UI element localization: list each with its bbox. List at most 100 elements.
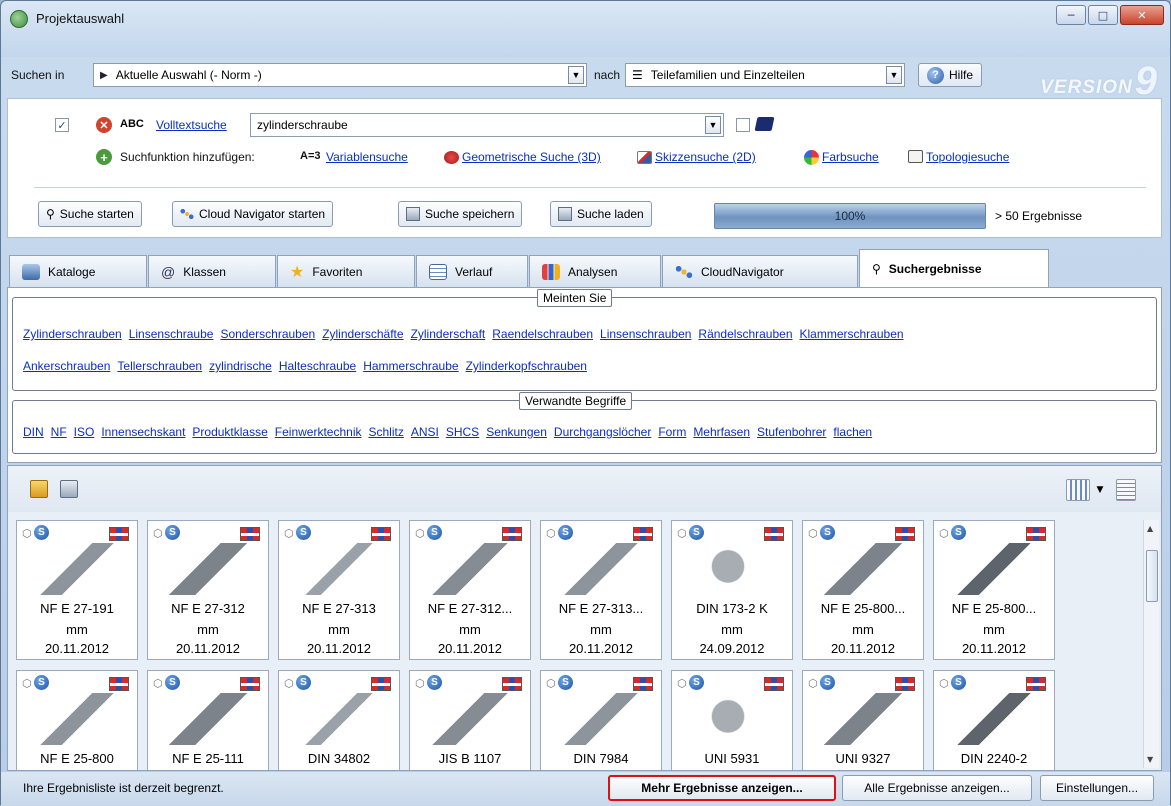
part-unit: mm bbox=[721, 622, 743, 637]
suggestion-link[interactable]: Klammerschrauben bbox=[800, 327, 904, 341]
related-term-link[interactable]: Produktklasse bbox=[192, 425, 267, 439]
suggestion-link[interactable]: Zylinderschaft bbox=[411, 327, 486, 341]
related-term-link[interactable]: Innensechskant bbox=[101, 425, 185, 439]
scroll-up-icon[interactable]: ▲ bbox=[1147, 524, 1153, 533]
result-card[interactable]: ⬡ S DIN 173-2 K mm 24.09.2012 bbox=[671, 520, 793, 660]
all-results-button[interactable]: Alle Ergebnisse anzeigen... bbox=[842, 775, 1032, 801]
color-search-link[interactable]: Farbsuche bbox=[822, 150, 879, 164]
standard-badge-icon: S bbox=[558, 675, 573, 690]
part-date: 20.11.2012 bbox=[306, 641, 372, 656]
search-icon: ⚲ bbox=[872, 262, 881, 276]
chevron-down-icon[interactable]: ▼ bbox=[886, 66, 902, 84]
fulltext-checkbox[interactable]: ✓ bbox=[55, 118, 69, 132]
related-term-link[interactable]: NF bbox=[51, 425, 67, 439]
scroll-thumb[interactable] bbox=[1146, 550, 1158, 602]
suggestion-link[interactable]: Zylinderkopfschrauben bbox=[466, 359, 587, 373]
grid-view-icon[interactable] bbox=[1066, 479, 1090, 501]
load-search-button[interactable]: Suche laden bbox=[550, 201, 652, 227]
cloud-navigator-button[interactable]: Cloud Navigator starten bbox=[172, 201, 334, 227]
export-icon[interactable] bbox=[60, 480, 78, 498]
maximize-button[interactable]: □ bbox=[1088, 5, 1118, 25]
suggestion-link[interactable]: Raendelschrauben bbox=[492, 327, 593, 341]
search-in-select[interactable]: ▶ Aktuelle Auswahl (- Norm -) ▼ bbox=[93, 63, 587, 87]
related-term-link[interactable]: Stufenbohrer bbox=[757, 425, 826, 439]
search-target-select[interactable]: ☰ Teilefamilien und Einzelteilen ▼ bbox=[625, 63, 905, 87]
result-card[interactable]: ⬡ S DIN 2240-2 bbox=[933, 670, 1055, 770]
result-card[interactable]: ⬡ S UNI 5931 bbox=[671, 670, 793, 770]
tab-klassen[interactable]: @ Klassen bbox=[148, 255, 276, 287]
tab-verlauf[interactable]: Verlauf bbox=[416, 255, 528, 287]
more-results-button[interactable]: Mehr Ergebnisse anzeigen... bbox=[608, 775, 836, 801]
standard-badge-icon: S bbox=[689, 675, 704, 690]
suggestion-link[interactable]: Halteschraube bbox=[279, 359, 356, 373]
option-checkbox[interactable] bbox=[736, 118, 750, 132]
result-card[interactable]: ⬡ S DIN 34802 bbox=[278, 670, 400, 770]
variable-search-link[interactable]: Variablensuche bbox=[326, 150, 408, 164]
sketch-search-link[interactable]: Skizzensuche (2D) bbox=[655, 150, 756, 164]
suggestion-link[interactable]: Zylinderschrauben bbox=[23, 327, 122, 341]
result-card[interactable]: ⬡ S NF E 25-111 bbox=[147, 670, 269, 770]
settings-button[interactable]: Einstellungen... bbox=[1040, 775, 1154, 801]
standard-badge-icon: S bbox=[296, 525, 311, 540]
query-input[interactable]: zylinderschraube ▼ bbox=[250, 113, 724, 137]
save-search-button[interactable]: Suche speichern bbox=[398, 201, 523, 227]
minimize-button[interactable]: ─ bbox=[1056, 5, 1086, 25]
tab-kataloge[interactable]: Kataloge bbox=[9, 255, 147, 287]
result-card[interactable]: ⬡ S NF E 25-800... mm 20.11.2012 bbox=[933, 520, 1055, 660]
result-card[interactable]: ⬡ S JIS B 1107 bbox=[409, 670, 531, 770]
chevron-down-icon[interactable]: ▼ bbox=[568, 66, 584, 84]
list-view-icon[interactable] bbox=[1116, 479, 1136, 501]
version-number: 9 bbox=[1134, 59, 1158, 103]
related-term-link[interactable]: Form bbox=[658, 425, 686, 439]
related-term-link[interactable]: Mehrfasen bbox=[693, 425, 750, 439]
start-search-button[interactable]: ⚲ Suche starten bbox=[38, 201, 142, 227]
related-term-link[interactable]: DIN bbox=[23, 425, 44, 439]
suggestion-link[interactable]: Tellerschrauben bbox=[117, 359, 202, 373]
result-card[interactable]: ⬡ S DIN 7984 bbox=[540, 670, 662, 770]
help-button[interactable]: ? Hilfe bbox=[918, 63, 983, 87]
result-card[interactable]: ⬡ S NF E 25-800... mm 20.11.2012 bbox=[802, 520, 924, 660]
remove-icon[interactable]: ✕ bbox=[96, 117, 112, 133]
related-term-link[interactable]: flachen bbox=[833, 425, 872, 439]
suggestion-link[interactable]: Rändelschrauben bbox=[698, 327, 792, 341]
close-button[interactable]: ✕ bbox=[1120, 5, 1164, 25]
suggestion-link[interactable]: Ankerschrauben bbox=[23, 359, 110, 373]
result-card[interactable]: ⬡ S NF E 25-800 bbox=[16, 670, 138, 770]
scroll-down-icon[interactable]: ▼ bbox=[1147, 755, 1153, 764]
tab-cloudnavigator[interactable]: CloudNavigator bbox=[662, 255, 858, 287]
geometric-search-link[interactable]: Geometrische Suche (3D) bbox=[462, 150, 601, 164]
tab-analysen[interactable]: Analysen bbox=[529, 255, 661, 287]
results-scrollbar[interactable]: ▲ ▼ bbox=[1143, 520, 1159, 768]
suggestion-link[interactable]: Linsenschrauben bbox=[600, 327, 691, 341]
related-term-link[interactable]: Schlitz bbox=[368, 425, 403, 439]
tab-suchergebnisse[interactable]: ⚲ Suchergebnisse bbox=[859, 249, 1049, 288]
result-card[interactable]: ⬡ S NF E 27-191 mm 20.11.2012 bbox=[16, 520, 138, 660]
suggestion-link[interactable]: Sonderschrauben bbox=[220, 327, 315, 341]
suggestion-link[interactable]: zylindrische bbox=[209, 359, 272, 373]
result-card[interactable]: ⬡ S UNI 9327 bbox=[802, 670, 924, 770]
result-card[interactable]: ⬡ S NF E 27-313... mm 20.11.2012 bbox=[540, 520, 662, 660]
fulltext-search-link[interactable]: Volltextsuche bbox=[156, 118, 227, 132]
tab-favoriten[interactable]: ★ Favoriten bbox=[277, 255, 415, 287]
part-thumbnail bbox=[692, 543, 772, 595]
chevron-down-icon[interactable]: ▼ bbox=[705, 116, 721, 134]
suggestion-link[interactable]: Zylinderschäfte bbox=[322, 327, 403, 341]
related-term-link[interactable]: Feinwerktechnik bbox=[275, 425, 362, 439]
chevron-down-icon[interactable]: ▼ bbox=[1092, 479, 1108, 501]
suggestion-link[interactable]: Hammerschraube bbox=[363, 359, 458, 373]
start-search-label: Suche starten bbox=[59, 207, 134, 221]
result-card[interactable]: ⬡ S NF E 27-312 mm 20.11.2012 bbox=[147, 520, 269, 660]
related-term-link[interactable]: ISO bbox=[74, 425, 95, 439]
folder-icon[interactable] bbox=[30, 480, 48, 498]
related-term-link[interactable]: SHCS bbox=[446, 425, 479, 439]
related-term-link[interactable]: Senkungen bbox=[486, 425, 547, 439]
book-icon[interactable] bbox=[754, 117, 775, 131]
related-term-link[interactable]: ANSI bbox=[411, 425, 439, 439]
related-term-link[interactable]: Durchgangslöcher bbox=[554, 425, 651, 439]
suggestion-link[interactable]: Linsenschraube bbox=[129, 327, 214, 341]
tab-suchergebnisse-label: Suchergebnisse bbox=[888, 262, 982, 276]
standard-badge-icon: S bbox=[165, 525, 180, 540]
topology-search-link[interactable]: Topologiesuche bbox=[926, 150, 1009, 164]
result-card[interactable]: ⬡ S NF E 27-313 mm 20.11.2012 bbox=[278, 520, 400, 660]
result-card[interactable]: ⬡ S NF E 27-312... mm 20.11.2012 bbox=[409, 520, 531, 660]
